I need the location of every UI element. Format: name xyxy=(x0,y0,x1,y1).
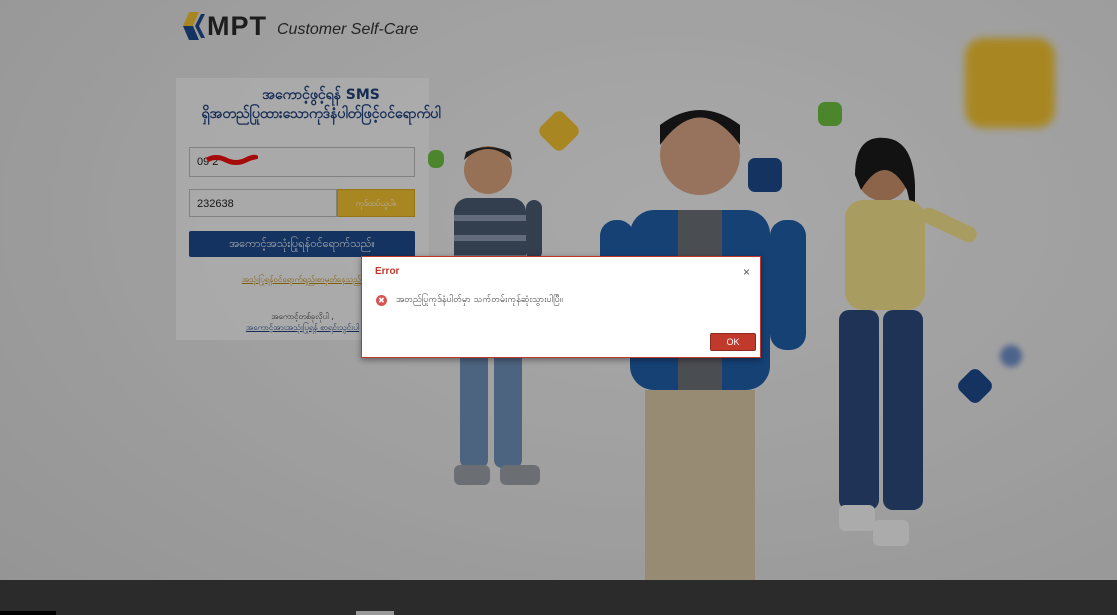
footer xyxy=(0,580,1117,615)
footer-strip xyxy=(0,611,56,615)
dialog-title: Error xyxy=(375,266,400,277)
dialog-message: အတည်ပြုကုဒ်နံပါတ်မှာ သက်တမ်းကုန်ဆုံးသွား… xyxy=(396,295,563,305)
error-icon: ✖ xyxy=(376,295,387,306)
error-dialog: Error × ✖ အတည်ပြုကုဒ်နံပါတ်မှာ သက်တမ်းကု… xyxy=(361,256,761,358)
ok-button[interactable]: OK xyxy=(710,333,756,351)
close-icon[interactable]: × xyxy=(743,265,750,279)
footer-strip xyxy=(356,611,394,615)
